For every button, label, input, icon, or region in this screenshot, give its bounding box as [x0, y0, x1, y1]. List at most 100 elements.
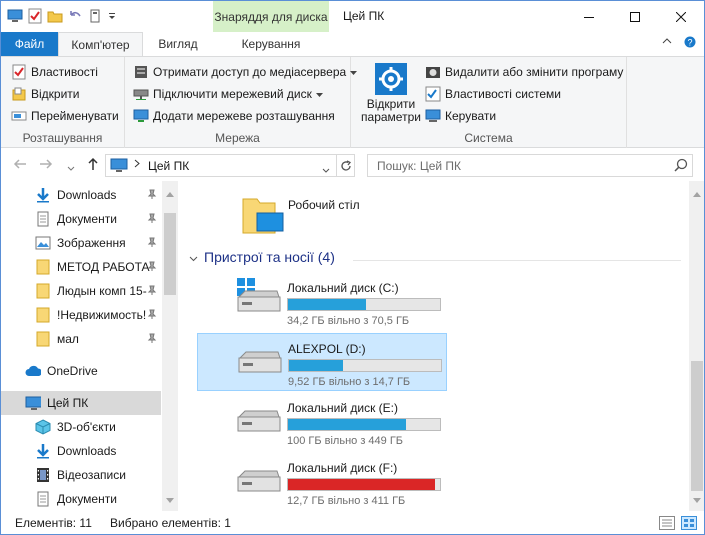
- system-properties-button[interactable]: Властивості системи: [425, 86, 561, 102]
- back-button[interactable]: [13, 157, 27, 173]
- pin-icon[interactable]: [147, 213, 157, 226]
- drive-item[interactable]: ALEXPOL (D:) 9,52 ГБ вільно з 14,7 ГБ: [197, 333, 447, 391]
- nav-item-label: Downloads: [57, 444, 117, 458]
- group-network: Отримати доступ до медіасервера Підключи…: [125, 57, 358, 148]
- nav-scrollbar-thumb[interactable]: [164, 213, 176, 295]
- cloud-icon: [25, 363, 41, 379]
- tab-file[interactable]: Файл: [1, 32, 58, 56]
- nav-item-this-pc[interactable]: Цей ПК: [1, 391, 161, 415]
- document-icon: [35, 211, 51, 227]
- tab-manage[interactable]: Керування: [213, 32, 329, 56]
- add-location-icon: [133, 108, 149, 124]
- content-scrollbar-thumb[interactable]: [691, 361, 703, 491]
- uninstall-icon: [425, 64, 441, 80]
- nav-item-downloads[interactable]: Downloads: [1, 439, 161, 463]
- nav-item-videos[interactable]: Відеозаписи: [1, 463, 161, 487]
- devices-group-header[interactable]: Пристрої та носії (4): [189, 249, 335, 265]
- manage-button[interactable]: Керувати: [425, 108, 496, 124]
- scroll-down-icon[interactable]: [693, 492, 701, 506]
- nav-item-folder[interactable]: мал: [1, 327, 161, 351]
- drive-item[interactable]: Локальний диск (E:) 100 ГБ вільно з 449 Г…: [197, 393, 447, 451]
- map-drive-button[interactable]: Підключити мережевий диск: [133, 86, 323, 102]
- details-view-icon[interactable]: [659, 516, 675, 533]
- uninstall-button[interactable]: Видалити або змінити програму: [425, 64, 623, 80]
- recent-button[interactable]: [67, 159, 75, 175]
- tab-computer[interactable]: Комп'ютер: [58, 32, 143, 57]
- minimize-button[interactable]: [566, 1, 612, 32]
- open-button[interactable]: Відкрити: [11, 86, 80, 102]
- folder-icon: [35, 307, 51, 323]
- scroll-up-icon[interactable]: [693, 186, 701, 200]
- nav-item-3d-objects[interactable]: 3D-об'єкти: [1, 415, 161, 439]
- drive-tools-context-tab[interactable]: Знаряддя для диска: [213, 1, 329, 32]
- close-icon: [676, 11, 686, 22]
- window-title: Цей ПК: [343, 9, 385, 23]
- pin-icon[interactable]: [147, 237, 157, 250]
- pin-icon[interactable]: [147, 189, 157, 202]
- properties-label: Властивості: [31, 65, 98, 79]
- pin-icon[interactable]: [147, 285, 157, 298]
- media-server-button[interactable]: Отримати доступ до медіасервера: [133, 64, 358, 80]
- drive-item[interactable]: Локальний диск (F:) 12,7 ГБ вільно з 411 …: [197, 453, 447, 511]
- tiles-view-icon[interactable]: [681, 516, 697, 533]
- nav-item-documents-pinned[interactable]: Документи: [1, 207, 161, 231]
- content-scrollbar[interactable]: [689, 181, 704, 511]
- nav-item-documents[interactable]: Документи: [1, 487, 161, 511]
- refresh-button[interactable]: [336, 155, 354, 176]
- forward-button[interactable]: [39, 157, 53, 173]
- chevron-up-icon[interactable]: [662, 36, 672, 51]
- drive-usage-bar: [287, 298, 441, 311]
- selected-count: Вибрано елементів: 1: [110, 516, 231, 530]
- desktop-item[interactable]: Робочий стіл: [237, 191, 537, 239]
- add-location-button[interactable]: Додати мережеве розташування: [133, 108, 335, 124]
- nav-item-onedrive[interactable]: OneDrive: [1, 359, 161, 383]
- explorer-window: Знаряддя для диска Цей ПК Файл Комп'ютер…: [0, 0, 705, 535]
- pin-icon[interactable]: [147, 333, 157, 346]
- scroll-down-icon[interactable]: [166, 492, 174, 506]
- address-bar[interactable]: Цей ПК: [105, 154, 355, 177]
- address-history-icon[interactable]: [322, 163, 330, 177]
- hard-drive-icon: [236, 350, 282, 381]
- group-location: Властивості Відкрити Перейменувати Розта…: [1, 57, 125, 148]
- rename-button[interactable]: Перейменувати: [11, 108, 119, 124]
- pin-icon[interactable]: [147, 309, 157, 322]
- undo-icon[interactable]: [67, 8, 83, 24]
- properties-button[interactable]: Властивості: [11, 64, 98, 80]
- nav-item-downloads-pinned[interactable]: Downloads: [1, 183, 161, 207]
- back-arrow-icon: [13, 159, 26, 169]
- scroll-up-icon[interactable]: [166, 186, 174, 200]
- title-bar: Знаряддя для диска Цей ПК: [1, 1, 704, 32]
- film-icon: [35, 467, 51, 483]
- properties-icon[interactable]: [27, 8, 43, 24]
- up-button[interactable]: [87, 157, 99, 174]
- maximize-button[interactable]: [612, 1, 658, 32]
- search-icon[interactable]: [674, 158, 688, 175]
- breadcrumb-chevron-icon[interactable]: [134, 159, 140, 171]
- pc-icon[interactable]: [7, 8, 23, 24]
- breadcrumb[interactable]: Цей ПК: [148, 159, 189, 173]
- nav-item-label: Зображення: [57, 236, 126, 250]
- qat-dropdown-icon[interactable]: [107, 8, 117, 24]
- nav-item-folder[interactable]: Людын комп 15-: [1, 279, 161, 303]
- devices-group-title: Пристрої та носії (4): [204, 249, 335, 265]
- hard-drive-icon: [235, 469, 281, 500]
- hard-drive-icon: [235, 289, 281, 320]
- search-input[interactable]: Пошук: Цей ПК: [367, 154, 693, 177]
- properties-icon: [11, 64, 27, 80]
- map-drive-label: Підключити мережевий диск: [153, 87, 312, 101]
- nav-item-folder[interactable]: МЕТОД РАБОТА: [1, 255, 161, 279]
- close-button[interactable]: [658, 1, 704, 32]
- customize-icon[interactable]: [87, 8, 103, 24]
- group-system-name: Система: [464, 131, 513, 145]
- nav-item-label: Документи: [57, 212, 117, 226]
- nav-item-pictures-pinned[interactable]: Зображення: [1, 231, 161, 255]
- open-settings-button[interactable]: Відкрити параметри: [359, 63, 423, 127]
- nav-item-label: Відеозаписи: [57, 468, 126, 482]
- help-icon[interactable]: ?: [684, 36, 696, 51]
- nav-scrollbar[interactable]: [162, 181, 178, 511]
- nav-item-folder[interactable]: !Недвижимость!: [1, 303, 161, 327]
- pin-icon[interactable]: [147, 261, 157, 274]
- drive-item[interactable]: Локальний диск (C:) 34,2 ГБ вільно з 70,5…: [197, 273, 447, 331]
- new-folder-icon[interactable]: [47, 8, 63, 24]
- tab-view[interactable]: Вигляд: [143, 32, 213, 56]
